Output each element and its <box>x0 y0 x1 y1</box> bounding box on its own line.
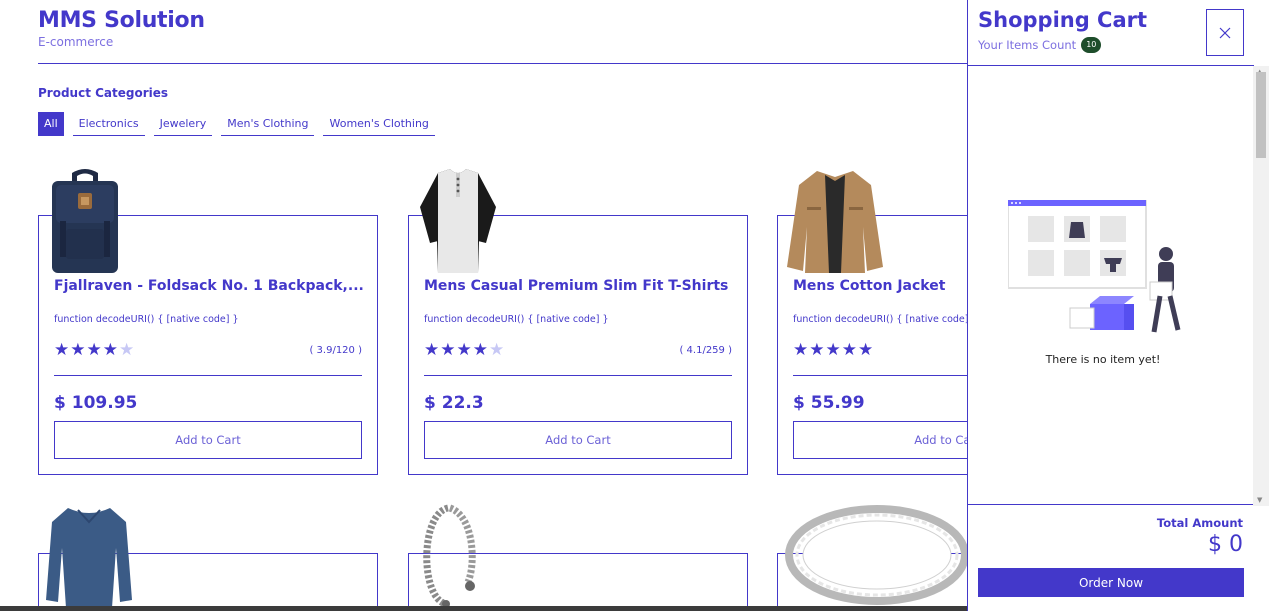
category-tab-jewelery[interactable]: Jewelery <box>153 112 213 136</box>
product-description: function decodeURI() { [native code] } <box>424 314 609 325</box>
empty-cart-illustration <box>1008 200 1181 333</box>
category-tab-all[interactable]: All <box>38 112 64 136</box>
card-divider <box>54 375 362 376</box>
cart-count-row: Your Items Count 10 <box>978 37 1102 53</box>
total-amount-value: $ 0 <box>1208 532 1243 557</box>
brand: MMS Solution E-commerce <box>38 8 205 49</box>
jacket-icon[interactable] <box>785 167 885 275</box>
add-to-cart-button[interactable]: Add to Cart <box>424 421 732 459</box>
product-title[interactable]: Fjallraven - Foldsack No. 1 Backpack,... <box>54 278 364 294</box>
close-cart-button[interactable] <box>1206 9 1244 56</box>
long-sleeve-shirt-icon[interactable] <box>46 504 132 608</box>
shopping-cart-panel: Shopping Cart Your Items Count 10 There … <box>967 0 1254 611</box>
cart-count-badge: 10 <box>1081 37 1102 53</box>
bottom-bar <box>0 606 967 611</box>
product-price: $ 109.95 <box>54 393 138 413</box>
total-amount-label: Total Amount <box>1156 516 1243 530</box>
rating-text: ( 3.9/120 ) <box>309 345 362 356</box>
order-now-button[interactable]: Order Now <box>978 568 1244 597</box>
scroll-down-icon[interactable]: ▼ <box>1257 496 1262 504</box>
cart-count-label: Your Items Count <box>978 38 1077 52</box>
categories-title: Product Categories <box>38 86 169 100</box>
star-icon: ★ <box>456 340 472 360</box>
star-icon: ★ <box>440 340 456 360</box>
star-icon: ★ <box>825 340 841 360</box>
backpack-icon[interactable] <box>46 167 124 275</box>
brand-subtitle: E-commerce <box>38 35 114 49</box>
cart-scrollbar[interactable]: ▲ ▼ <box>1253 66 1269 506</box>
cart-footer-divider <box>968 504 1254 505</box>
category-tab-womens-clothing[interactable]: Women's Clothing <box>323 112 435 136</box>
rating-stars: ★ ★ ★ ★ ★ <box>793 342 873 359</box>
bracelet-icon[interactable] <box>416 504 480 608</box>
tshirt-icon[interactable] <box>416 167 500 275</box>
star-icon: ★ <box>809 340 825 360</box>
close-icon <box>1219 27 1231 38</box>
product-description: function decodeURI() { [native code] } <box>54 314 239 325</box>
brand-title[interactable]: MMS Solution <box>38 8 205 33</box>
star-icon: ★ <box>841 340 857 360</box>
cart-header-divider <box>968 65 1254 66</box>
product-title[interactable]: Mens Casual Premium Slim Fit T-Shirts <box>424 278 734 294</box>
add-to-cart-button[interactable]: Add to Cart <box>54 421 362 459</box>
star-icon: ★ <box>70 340 86 360</box>
star-icon: ★ <box>54 340 70 360</box>
star-icon: ★ <box>102 340 118 360</box>
header-divider <box>38 63 968 64</box>
star-icon: ★ <box>119 340 135 360</box>
product-price: $ 22.3 <box>424 393 484 413</box>
rating-stars: ★ ★ ★ ★ ★ <box>424 342 504 359</box>
ring-icon[interactable] <box>785 503 975 607</box>
category-tabs: All Electronics Jewelery Men's Clothing … <box>38 112 435 136</box>
product-description: function decodeURI() { [native code] } <box>793 314 978 325</box>
category-tab-electronics[interactable]: Electronics <box>72 112 145 136</box>
star-icon: ★ <box>793 340 809 360</box>
scroll-thumb[interactable] <box>1256 72 1266 158</box>
star-icon: ★ <box>489 340 505 360</box>
star-icon: ★ <box>472 340 488 360</box>
cart-empty-text: There is no item yet! <box>1045 353 1161 366</box>
rating-stars: ★ ★ ★ ★ ★ <box>54 342 134 359</box>
cart-title: Shopping Cart <box>978 8 1148 32</box>
card-divider <box>424 375 732 376</box>
star-icon: ★ <box>858 340 874 360</box>
star-icon: ★ <box>86 340 102 360</box>
star-icon: ★ <box>424 340 440 360</box>
rating-text: ( 4.1/259 ) <box>679 345 732 356</box>
category-tab-mens-clothing[interactable]: Men's Clothing <box>221 112 315 136</box>
product-price: $ 55.99 <box>793 393 865 413</box>
